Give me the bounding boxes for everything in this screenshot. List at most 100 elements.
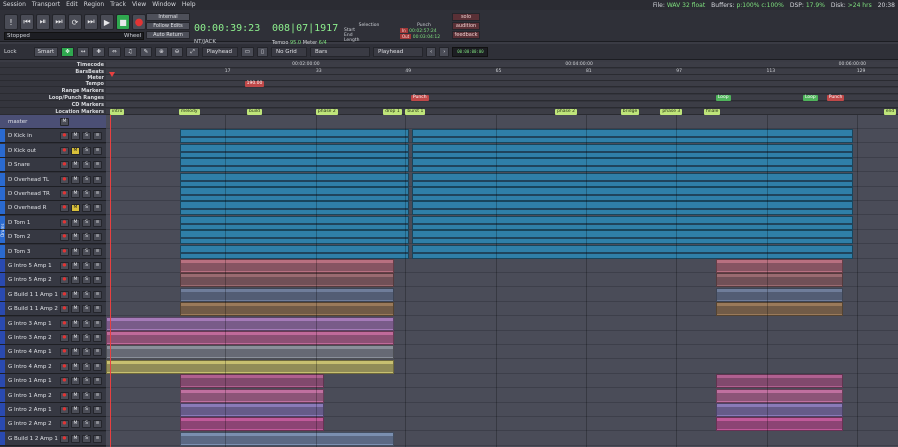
loop-range-marker[interactable]: Loop — [715, 95, 731, 101]
track-header[interactable]: D Overhead TR ● M S ≡ — [0, 187, 106, 201]
track-group-tab[interactable] — [0, 273, 5, 287]
track-name[interactable]: master — [8, 115, 27, 129]
playlist-button[interactable]: ≡ — [93, 305, 102, 314]
playlist-button[interactable]: ≡ — [93, 334, 102, 342]
audio-region[interactable] — [411, 143, 853, 158]
solo-button[interactable]: S — [82, 434, 91, 443]
audio-region[interactable] — [715, 273, 843, 288]
track-group-tab[interactable] — [0, 417, 5, 431]
audio-region[interactable] — [180, 403, 324, 417]
solo-button[interactable]: S — [82, 391, 91, 400]
record-icon[interactable]: ● — [132, 14, 146, 30]
record-arm-icon[interactable]: ● — [60, 161, 69, 170]
audition-tool-icon[interactable]: ♫ — [123, 46, 137, 57]
mute-button[interactable]: M — [71, 132, 80, 141]
audio-region[interactable] — [180, 374, 324, 389]
record-arm-icon[interactable]: ● — [60, 262, 69, 270]
mute-button[interactable]: M — [71, 161, 80, 170]
track-name[interactable]: D Tom 2 — [8, 230, 30, 244]
mute-button[interactable]: M — [71, 391, 80, 400]
midi-panic-icon[interactable]: ! — [4, 14, 18, 30]
track-header[interactable]: D Snare ● M S ≡ — [0, 158, 106, 173]
grid-type-dropdown[interactable]: Bars — [310, 46, 371, 57]
audio-region[interactable] — [715, 388, 843, 403]
playlist-button[interactable]: ≡ — [93, 132, 102, 141]
track-name[interactable]: G Intro 4 Amp 1 — [8, 345, 52, 359]
playlist-button[interactable]: ≡ — [93, 262, 102, 270]
playlist-button[interactable]: ≡ — [93, 204, 102, 213]
record-arm-icon[interactable]: ● — [60, 348, 69, 357]
play-selection-icon[interactable]: ⏭ — [52, 14, 66, 30]
audio-region[interactable] — [106, 359, 395, 374]
track-name[interactable]: G Intro 1 Amp 2 — [8, 389, 52, 403]
record-arm-icon[interactable]: ● — [60, 218, 69, 227]
audio-region[interactable] — [411, 187, 853, 201]
follow-edits-button[interactable]: Follow Edits — [146, 22, 190, 30]
record-arm-icon[interactable]: ● — [60, 190, 69, 198]
playlist-button[interactable]: ≡ — [93, 348, 102, 357]
solo-button[interactable]: S — [82, 420, 91, 429]
track-name[interactable]: G Build 1 2 Amp 1 — [8, 432, 58, 446]
track-group-tab[interactable] — [0, 302, 5, 316]
record-arm-icon[interactable]: ● — [60, 290, 69, 299]
solo-button[interactable]: S — [82, 132, 91, 141]
track-name[interactable]: G Build 1 1 Amp 1 — [8, 288, 58, 302]
mute-button[interactable]: M — [71, 348, 80, 357]
record-arm-icon[interactable]: ● — [60, 175, 69, 184]
solo-button[interactable]: S — [82, 262, 91, 270]
ruler-lane[interactable] — [106, 75, 898, 80]
track-name[interactable]: G Build 1 1 Amp 2 — [8, 302, 58, 316]
tempo-marker[interactable]: 190.00 — [244, 81, 265, 87]
playlist-button[interactable]: ≡ — [93, 377, 102, 386]
audio-region[interactable] — [180, 158, 409, 173]
audio-region[interactable] — [180, 201, 409, 216]
track-canvas[interactable] — [106, 115, 898, 447]
record-arm-icon[interactable]: ● — [60, 377, 69, 386]
play-icon[interactable]: ▶ — [100, 14, 114, 30]
track-header[interactable]: D Kick out ● M S ≡ — [0, 143, 106, 158]
audio-region[interactable] — [180, 287, 395, 302]
zoom-session-icon[interactable]: ⤢ — [186, 46, 199, 57]
record-arm-icon[interactable]: ● — [60, 420, 69, 429]
playlist-button[interactable]: ≡ — [93, 434, 102, 443]
feedback-button[interactable]: feedback — [452, 31, 480, 39]
playlist-button[interactable]: ≡ — [93, 218, 102, 227]
audio-region[interactable] — [411, 201, 853, 216]
mute-button[interactable]: M — [71, 204, 80, 213]
track-header[interactable]: D Overhead R ● M S ≡ — [0, 201, 106, 216]
playlist-button[interactable]: ≡ — [93, 276, 102, 285]
audio-region[interactable] — [180, 302, 395, 317]
expand-tracks-icon[interactable]: ▯ — [257, 46, 269, 57]
nudge-back-icon[interactable]: ‹ — [426, 46, 437, 57]
drums-group-label[interactable]: Drums — [0, 216, 5, 245]
play-range-icon[interactable]: ⏯ — [36, 14, 50, 30]
menu-transport[interactable]: Transport — [29, 0, 63, 10]
track-group-tab[interactable] — [0, 259, 5, 272]
nudge-clock[interactable]: 00:00:00:00 — [452, 46, 489, 57]
record-arm-icon[interactable]: ● — [60, 434, 69, 443]
track-name[interactable]: D Overhead R — [8, 201, 46, 215]
nudge-forward-icon[interactable]: › — [439, 46, 450, 57]
solo-button[interactable]: S — [82, 319, 91, 328]
track-header[interactable]: G Intro 5 Amp 1 ● M S ≡ — [0, 259, 106, 273]
solo-button[interactable]: S — [82, 334, 91, 342]
stop-icon[interactable]: ■ — [116, 14, 130, 30]
playlist-button[interactable]: ≡ — [93, 161, 102, 170]
mute-button[interactable]: M — [60, 118, 69, 126]
grid-mode-dropdown[interactable]: No Grid — [271, 46, 308, 57]
master-track-header[interactable]: master M — [0, 115, 106, 129]
track-group-tab[interactable] — [0, 359, 5, 373]
range-tool-icon[interactable]: ↔ — [76, 46, 90, 57]
audio-region[interactable] — [411, 158, 853, 173]
track-header[interactable]: G Intro 3 Amp 1 ● M S ≡ — [0, 316, 106, 331]
punch-out-button[interactable]: Out — [400, 34, 412, 39]
mute-button[interactable]: M — [71, 175, 80, 184]
goto-end-icon[interactable]: ⏭ — [84, 14, 98, 30]
cut-tool-icon[interactable]: ✚ — [92, 46, 106, 57]
solo-button[interactable]: S — [82, 305, 91, 314]
track-group-tab[interactable] — [0, 388, 5, 402]
mute-button[interactable]: M — [71, 434, 80, 443]
record-arm-icon[interactable]: ● — [60, 391, 69, 400]
audio-region[interactable] — [180, 259, 395, 273]
solo-button[interactable]: S — [82, 218, 91, 227]
